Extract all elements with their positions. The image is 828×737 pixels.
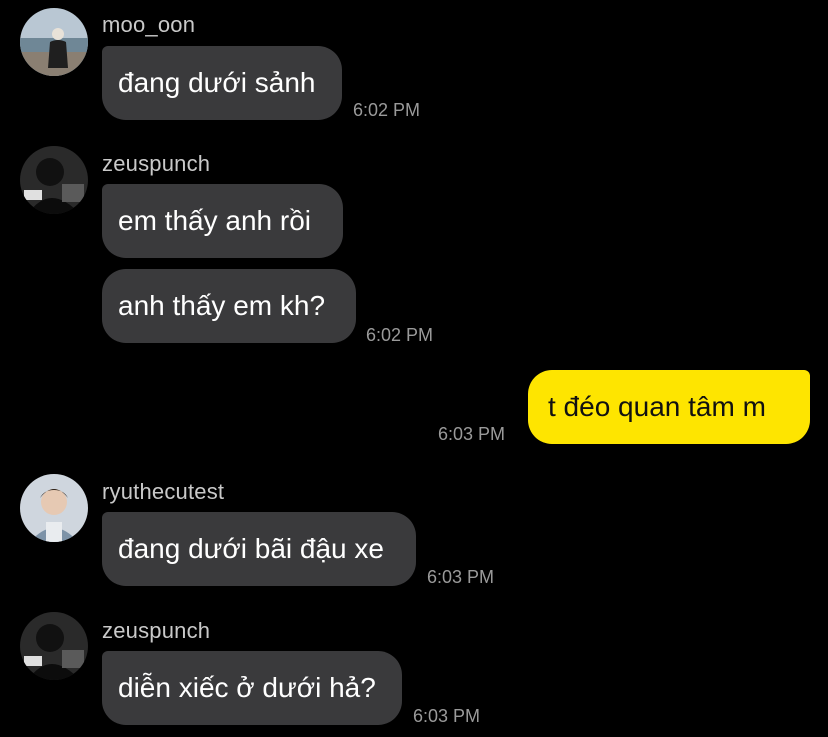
sender-name: moo_oon <box>102 12 196 37</box>
message-bubble[interactable]: đang dưới sảnh <box>102 46 342 120</box>
message-text: em thấy anh rồi <box>118 205 311 236</box>
avatar-photo-person-icon <box>20 474 88 542</box>
message-time: 6:03 PM <box>427 567 495 587</box>
message-time: 6:02 PM <box>353 100 421 120</box>
message-time: 6:03 PM <box>438 424 506 444</box>
avatar-ryuthecutest[interactable] <box>20 474 88 542</box>
message-bubble[interactable]: em thấy anh rồi <box>102 184 343 258</box>
avatar-moo-oon[interactable] <box>20 8 88 76</box>
message-bubble[interactable]: đang dưới bãi đậu xe <box>102 512 416 586</box>
sender-name: zeuspunch <box>102 618 211 643</box>
message-text: anh thấy em kh? <box>118 290 326 321</box>
outgoing-message-bubble[interactable]: t đéo quan tâm m <box>528 370 810 444</box>
sender-name: ryuthecutest <box>102 479 225 504</box>
avatar-zeuspunch[interactable] <box>20 146 88 214</box>
message-time: 6:02 PM <box>366 325 434 345</box>
message-bubble[interactable]: anh thấy em kh? <box>102 269 356 343</box>
avatar-photo-dark-icon <box>20 146 88 214</box>
avatar-photo-dark-icon <box>20 612 88 680</box>
message-text: diễn xiếc ở dưới hả? <box>118 672 376 703</box>
avatar-zeuspunch[interactable] <box>20 612 88 680</box>
message-bubble[interactable]: diễn xiếc ở dưới hả? <box>102 651 402 725</box>
message-text: đang dưới bãi đậu xe <box>118 533 384 564</box>
sender-name: zeuspunch <box>102 151 211 176</box>
message-time: 6:03 PM <box>413 706 481 726</box>
message-text: đang dưới sảnh <box>118 67 316 98</box>
avatar-photo-seaside-icon <box>20 8 88 76</box>
message-text: t đéo quan tâm m <box>548 391 766 422</box>
